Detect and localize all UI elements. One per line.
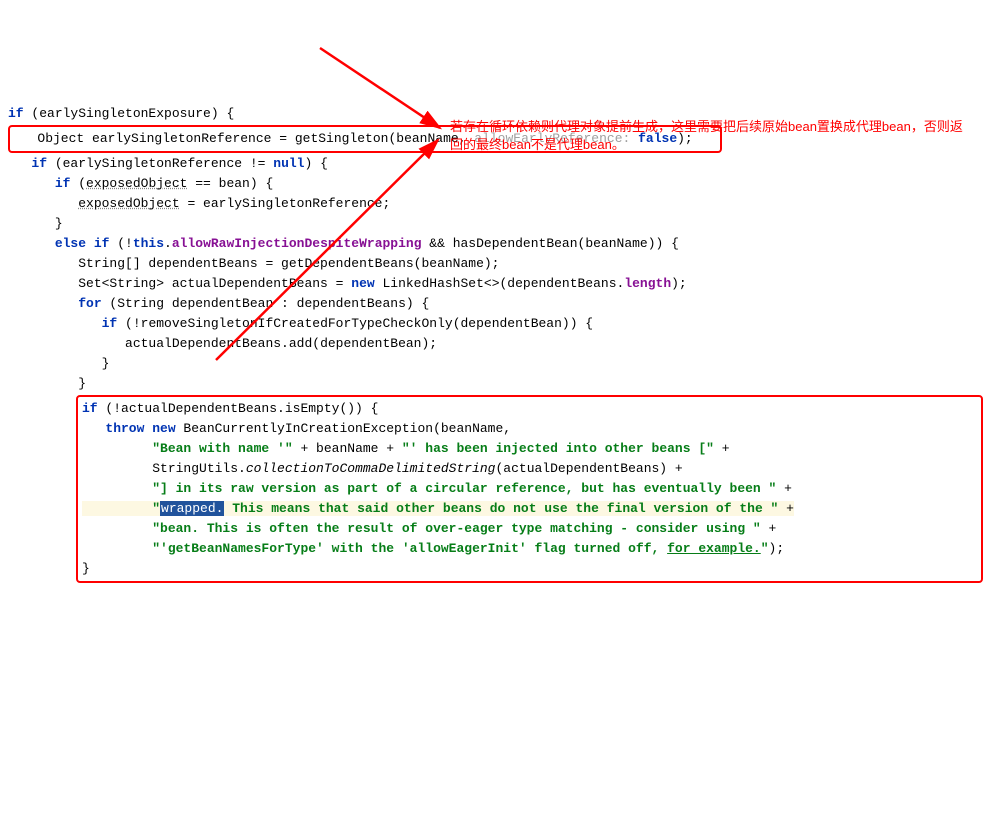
code-line: Set<String> actualDependentBeans = new L… (8, 276, 687, 291)
code-line: } (8, 376, 86, 391)
code-line: actualDependentBeans.add(dependentBean); (8, 336, 437, 351)
annotation-text: 若存在循环依赖则代理对象提前生成，这里需要把后续原始bean置换成代理bean，… (450, 118, 970, 154)
boxed-block-2: if (!actualDependentBeans.isEmpty()) { t… (76, 395, 983, 583)
code-line: exposedObject = earlySingletonReference; (8, 196, 390, 211)
code-line: for (String dependentBean : dependentBea… (8, 296, 429, 311)
code-line: if (earlySingletonReference != null) { (8, 156, 328, 171)
code-line: if (earlySingletonExposure) { (8, 106, 234, 121)
code-line: } (8, 356, 109, 371)
code-line: String[] dependentBeans = getDependentBe… (8, 256, 500, 271)
code-block: if (earlySingletonExposure) { Object ear… (8, 84, 983, 604)
code-line: else if (!this.allowRawInjectionDespiteW… (8, 236, 679, 251)
code-line: if (!removeSingletonIfCreatedForTypeChec… (8, 316, 593, 331)
code-line: } (8, 216, 63, 231)
code-line: if (exposedObject == bean) { (8, 176, 273, 191)
